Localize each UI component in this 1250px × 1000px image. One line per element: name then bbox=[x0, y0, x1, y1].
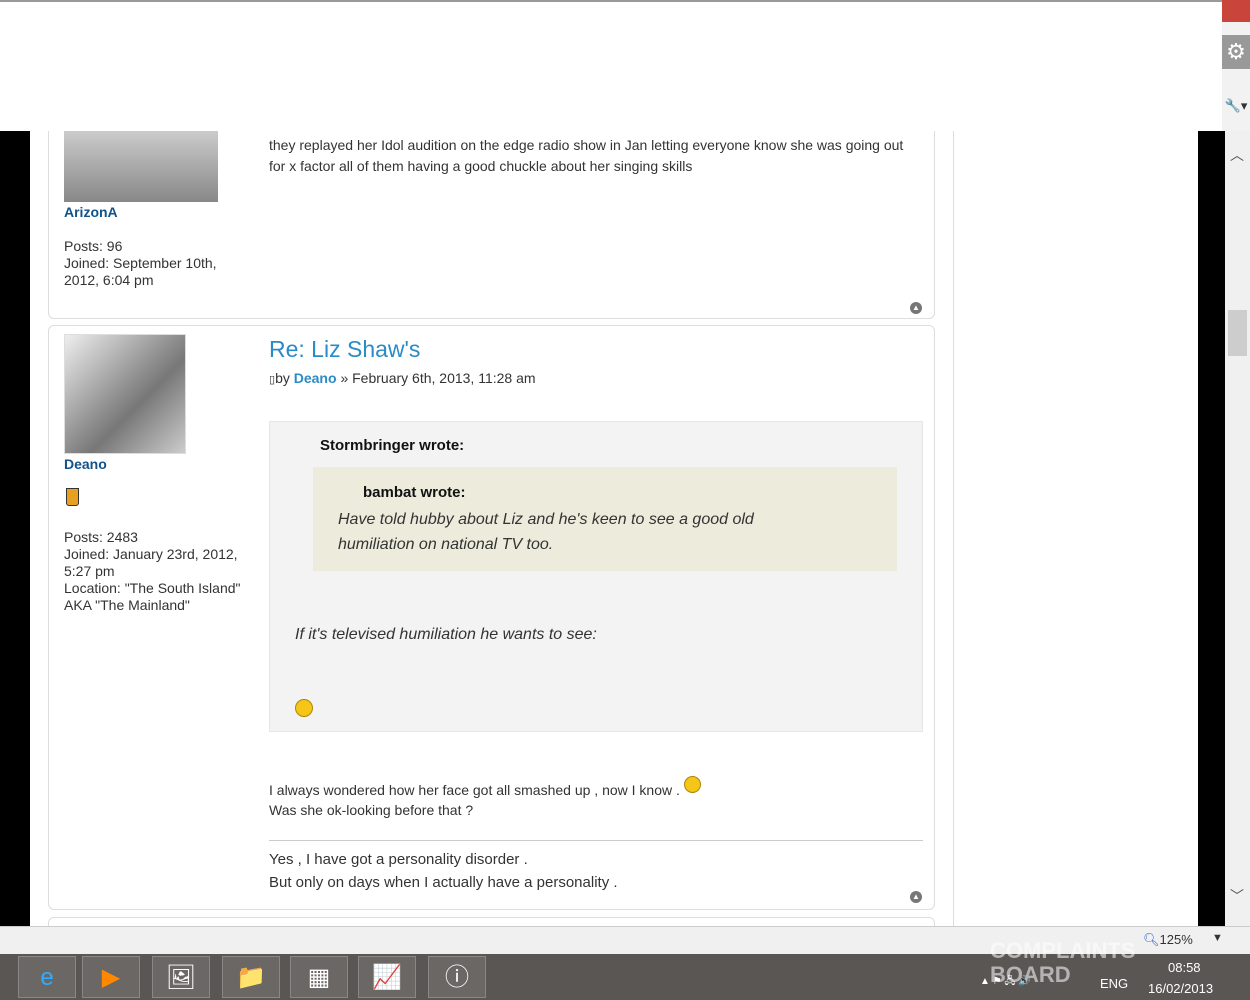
scroll-down-icon[interactable]: ﹀ bbox=[1230, 886, 1244, 906]
post-count: Posts: 2483 bbox=[64, 529, 138, 545]
previous-post: ArizonA Posts: 96 Joined: September 10th… bbox=[48, 131, 935, 319]
system-info-icon[interactable]: ⓘ bbox=[428, 956, 486, 998]
forum-page: ArizonA Posts: 96 Joined: September 10th… bbox=[30, 131, 1198, 926]
post-count: Posts: 96 bbox=[64, 238, 123, 254]
username-link[interactable]: ArizonA bbox=[64, 204, 118, 220]
joined-time: 2012, 6:04 pm bbox=[64, 272, 154, 288]
nested-quote: bambat wrote: Have told hubby about Liz … bbox=[313, 467, 897, 571]
quote-block: Stormbringer wrote: bambat wrote: Have t… bbox=[269, 421, 923, 732]
language-indicator[interactable]: ENG bbox=[1100, 976, 1128, 991]
avatar bbox=[64, 131, 218, 202]
signature-divider bbox=[269, 840, 923, 841]
post: Deano Posts: 2483 Joined: January 23rd, … bbox=[48, 325, 935, 910]
scrollbar-thumb[interactable] bbox=[1228, 310, 1247, 356]
post-text: for x factor all of them having a good c… bbox=[269, 158, 693, 174]
back-to-top-icon[interactable]: ▲ bbox=[910, 891, 922, 903]
back-to-top-icon[interactable]: ▲ bbox=[910, 302, 922, 314]
post-text: Was she ok-looking before that ? bbox=[269, 802, 474, 818]
zoom-dropdown-icon[interactable]: ▼ bbox=[1212, 932, 1223, 944]
divider bbox=[953, 131, 954, 926]
joined: Joined: September 10th, bbox=[64, 255, 217, 271]
post-text: they replayed her Idol audition on the e… bbox=[269, 137, 904, 153]
tray-icons[interactable]: ▲ ⚑ 🖧 🔊 bbox=[980, 974, 1031, 991]
control-panel-icon[interactable]: ▦ bbox=[290, 956, 348, 998]
tools-icon[interactable]: 🔧▾ bbox=[1222, 98, 1250, 120]
quote-text: Have told hubby about Liz and he's keen … bbox=[338, 511, 754, 528]
taskbar: e ▶ 🖼 📁 ▦ 📈 ⓘ COMPLAINTS BOARD ▲ ⚑ 🖧 🔊 EN… bbox=[0, 939, 1250, 1000]
post-text: I always wondered how her face got all s… bbox=[269, 782, 680, 798]
file-explorer-icon[interactable]: 📁 bbox=[222, 956, 280, 998]
page-margin-right bbox=[1198, 131, 1225, 926]
post-title[interactable]: Re: Liz Shaw's bbox=[269, 336, 420, 363]
browser-overlay bbox=[0, 0, 1222, 131]
post-date: February 6th, 2013, 11:28 am bbox=[352, 370, 536, 386]
joined: Joined: January 23rd, 2012, bbox=[64, 546, 238, 562]
internet-explorer-icon[interactable]: e bbox=[18, 956, 76, 998]
quote-author: bambat wrote: bbox=[363, 484, 466, 501]
clock-date[interactable]: 16/02/2013 bbox=[1148, 981, 1213, 996]
clock-time[interactable]: 08:58 bbox=[1168, 960, 1201, 975]
location: Location: "The South Island" bbox=[64, 580, 241, 596]
location-aka: AKA "The Mainland" bbox=[64, 597, 190, 613]
avatar bbox=[64, 334, 186, 454]
beer-rank-icon bbox=[66, 488, 79, 506]
quote-text: If it's televised humiliation he wants t… bbox=[295, 626, 597, 643]
next-post bbox=[48, 917, 935, 926]
author-link[interactable]: Deano bbox=[294, 370, 337, 386]
scrollbar[interactable]: ︿ ﹀ bbox=[1225, 131, 1250, 926]
smiley-icon bbox=[683, 776, 701, 793]
close-button[interactable] bbox=[1222, 0, 1250, 22]
scroll-up-icon[interactable]: ︿ bbox=[1230, 145, 1244, 165]
resource-monitor-icon[interactable]: 📈 bbox=[358, 956, 416, 998]
photo-viewer-icon[interactable]: 🖼 bbox=[152, 956, 210, 998]
media-player-icon[interactable]: ▶ bbox=[82, 956, 140, 998]
gear-icon[interactable]: ⚙ bbox=[1222, 35, 1250, 69]
signature-text: But only on days when I actually have a … bbox=[269, 874, 618, 891]
quote-text: humiliation on national TV too. bbox=[338, 536, 554, 553]
joined-time: 5:27 pm bbox=[64, 563, 115, 579]
smiley-icon bbox=[295, 699, 313, 717]
username-link[interactable]: Deano bbox=[64, 456, 107, 472]
by-label: by bbox=[275, 370, 290, 386]
page-margin-left bbox=[0, 131, 30, 926]
separator: » bbox=[340, 370, 349, 386]
signature-text: Yes , I have got a personality disorder … bbox=[269, 851, 528, 868]
quote-author: Stormbringer wrote: bbox=[320, 437, 465, 454]
